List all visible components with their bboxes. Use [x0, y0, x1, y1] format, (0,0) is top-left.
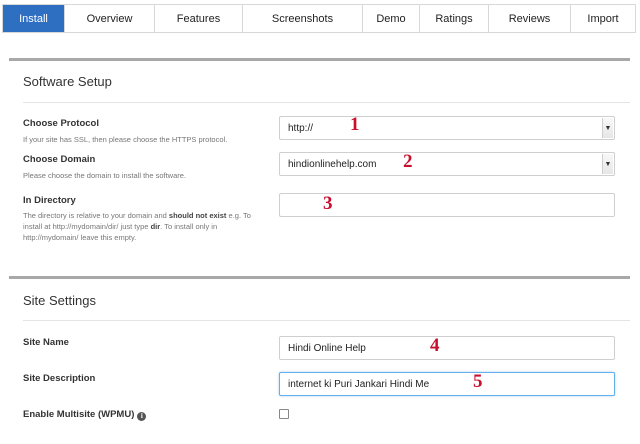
site-description-input[interactable]: internet ki Puri Jankari Hindi Me: [279, 372, 615, 396]
tab-screenshots[interactable]: Screenshots: [243, 5, 363, 32]
protocol-select[interactable]: http:// ▼: [279, 116, 615, 140]
chevron-down-icon[interactable]: ▼: [602, 118, 613, 138]
tab-install[interactable]: Install: [3, 5, 65, 32]
tab-reviews[interactable]: Reviews: [489, 5, 571, 32]
protocol-help: If your site has SSL, then please choose…: [23, 135, 228, 144]
site-description-label: Site Description: [23, 373, 96, 384]
marker-4: 4: [430, 335, 440, 356]
tab-ratings[interactable]: Ratings: [420, 5, 489, 32]
multisite-label: Enable Multisite (WPMU) i: [23, 409, 147, 421]
section-title-software-setup: Software Setup: [23, 74, 112, 89]
marker-1: 1: [350, 114, 360, 135]
protocol-label: Choose Protocol: [23, 118, 100, 129]
tab-overview[interactable]: Overview: [65, 5, 155, 32]
site-name-label: Site Name: [23, 337, 69, 348]
domain-label: Choose Domain: [23, 154, 96, 165]
site-name-input[interactable]: Hindi Online Help: [279, 336, 615, 360]
section-title-site-settings: Site Settings: [23, 293, 96, 308]
section-divider: [23, 320, 630, 321]
directory-help: The directory is relative to your domain…: [23, 211, 251, 242]
domain-value: hindionlinehelp.com: [288, 158, 377, 170]
directory-label: In Directory: [23, 195, 76, 206]
tab-demo[interactable]: Demo: [363, 5, 420, 32]
section-divider: [23, 102, 630, 103]
tab-import[interactable]: Import: [571, 5, 635, 32]
domain-select[interactable]: hindionlinehelp.com ▼: [279, 152, 615, 176]
domain-help: Please choose the domain to install the …: [23, 171, 187, 180]
tab-features[interactable]: Features: [155, 5, 243, 32]
marker-3: 3: [323, 193, 333, 214]
info-icon[interactable]: i: [137, 411, 147, 421]
tab-bar: Install Overview Features Screenshots De…: [2, 4, 636, 33]
chevron-down-icon[interactable]: ▼: [602, 154, 613, 174]
marker-5: 5: [473, 371, 483, 392]
multisite-checkbox[interactable]: [279, 409, 289, 419]
protocol-value: http://: [288, 122, 314, 134]
marker-2: 2: [403, 151, 413, 172]
